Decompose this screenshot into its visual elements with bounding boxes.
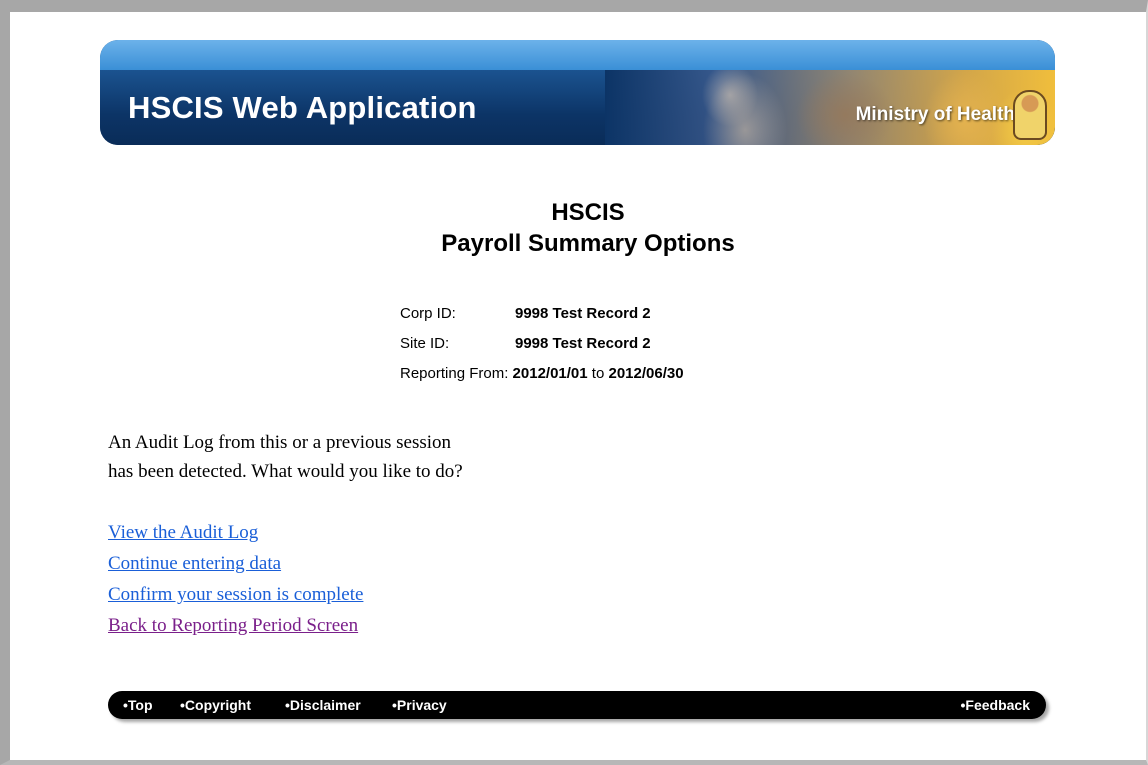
footer-bar: •Top •Copyright •Disclaimer •Privacy •Fe… — [108, 691, 1046, 719]
header-banner: HSCIS Web Application Ministry of Health — [100, 40, 1055, 145]
corp-id-value: 9998 Test Record 2 — [515, 305, 651, 322]
footer-copyright-link[interactable]: •Copyright — [180, 691, 251, 719]
page-title: HSCIS — [551, 199, 625, 226]
banner-top-strip — [100, 40, 1055, 70]
back-to-reporting-period-link[interactable]: Back to Reporting Period Screen — [108, 610, 363, 641]
reporting-to-date: 2012/06/30 — [608, 365, 684, 382]
footer-top-link[interactable]: •Top — [123, 691, 153, 719]
reporting-to-word: to — [591, 365, 605, 382]
ministry-figure-icon — [1013, 90, 1047, 140]
view-audit-log-link[interactable]: View the Audit Log — [108, 517, 363, 548]
reporting-period-row: Reporting From: 2012/01/01 to 2012/06/30 — [400, 363, 684, 393]
audit-log-message: An Audit Log from this or a previous ses… — [108, 428, 463, 486]
message-line-1: An Audit Log from this or a previous ses… — [108, 432, 452, 453]
footer-disclaimer-link[interactable]: •Disclaimer — [285, 691, 361, 719]
site-id-row: Site ID: 9998 Test Record 2 — [400, 333, 684, 363]
record-info: Corp ID: 9998 Test Record 2 Site ID: 9998 … — [400, 303, 684, 393]
corp-id-label: Corp ID: — [400, 305, 456, 322]
footer-privacy-link[interactable]: •Privacy — [392, 691, 447, 719]
page-subtitle: Payroll Summary Options — [441, 230, 735, 257]
options-list: View the Audit Log Continue entering dat… — [108, 517, 363, 641]
footer-feedback-link[interactable]: •Feedback — [961, 691, 1031, 719]
corp-id-row: Corp ID: 9998 Test Record 2 — [400, 303, 684, 333]
message-line-2: has been detected. What would you like t… — [108, 461, 463, 482]
continue-entering-data-link[interactable]: Continue entering data — [108, 548, 363, 579]
reporting-label: Reporting From: — [400, 365, 509, 382]
reporting-from-date: 2012/01/01 — [512, 365, 588, 382]
confirm-session-complete-link[interactable]: Confirm your session is complete — [108, 579, 363, 610]
site-id-value: 9998 Test Record 2 — [515, 335, 651, 352]
page-heading: HSCIS Payroll Summary Options — [0, 197, 1148, 259]
ministry-logo-text: Ministry of Health — [855, 104, 1015, 125]
app-title: HSCIS Web Application — [128, 90, 477, 125]
site-id-label: Site ID: — [400, 335, 450, 352]
